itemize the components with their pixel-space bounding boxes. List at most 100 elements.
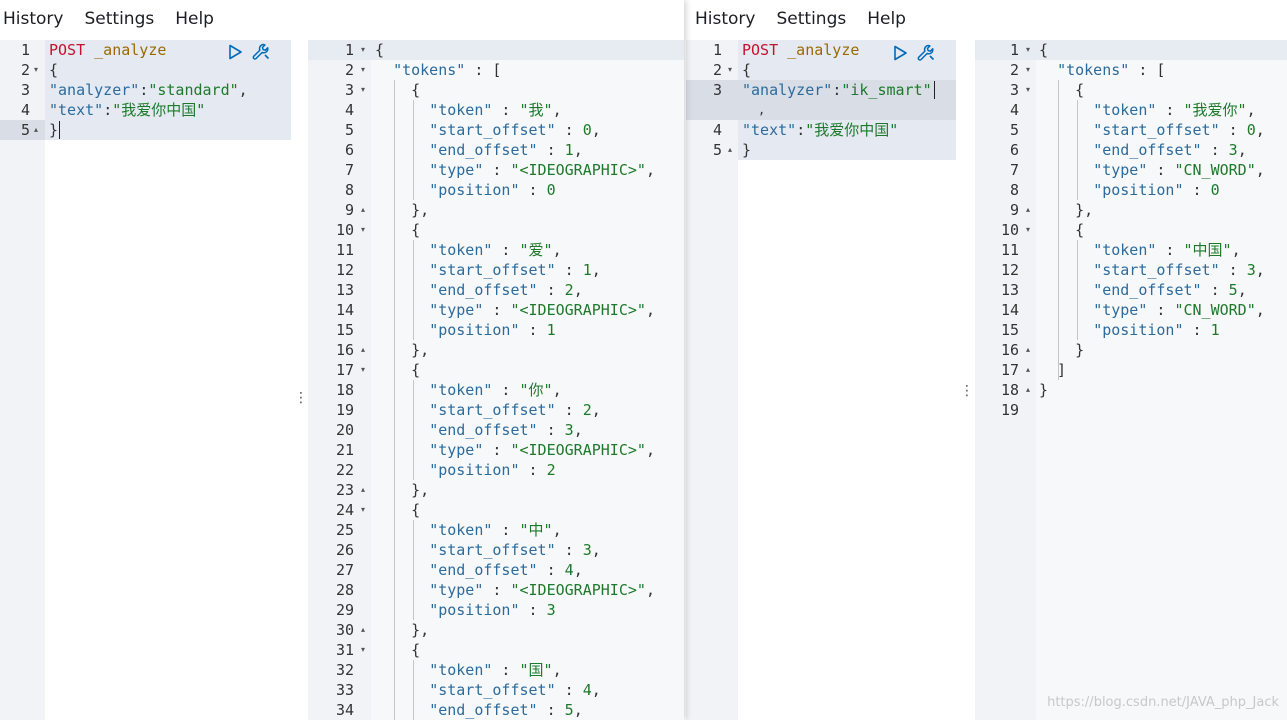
code-token: "token" <box>1093 101 1157 119</box>
menu-history[interactable]: History <box>3 9 63 29</box>
line-number: 3 <box>1009 81 1019 99</box>
request-editor[interactable]: 1 POST _analyze 2 ▾{3 "analyzer":"standard",… <box>0 40 291 720</box>
fold-collapse-icon[interactable]: ▾ <box>1022 80 1034 100</box>
code-token: "type" <box>429 161 484 179</box>
fold-collapse-icon[interactable]: ▾ <box>357 360 369 380</box>
code-line: "position" : 1 <box>1039 320 1219 340</box>
code-line: "tokens" : [ <box>375 60 501 80</box>
code-line: { <box>375 220 420 240</box>
code-token: : <box>1201 141 1229 159</box>
fold-expand-icon[interactable]: ▴ <box>357 200 369 220</box>
code-line: { <box>1039 40 1048 60</box>
dev-tools-console-ik-smart: History Settings Help 1 POST _analyze 2 ▾{3… <box>686 0 1287 720</box>
line-number: 12 <box>335 261 354 279</box>
line-number: 18 <box>1000 381 1019 399</box>
fold-expand-icon[interactable]: ▴ <box>1022 380 1034 400</box>
code-token: "中国" <box>1183 241 1232 259</box>
play-icon[interactable] <box>892 45 908 61</box>
code-token: 2 <box>546 461 556 479</box>
fold-expand-icon[interactable]: ▴ <box>357 340 369 360</box>
fold-expand-icon[interactable]: ▴ <box>30 120 42 140</box>
code-token: }, <box>375 201 430 219</box>
fold-collapse-icon[interactable]: ▾ <box>1022 40 1034 60</box>
fold-expand-icon[interactable]: ▴ <box>1022 200 1034 220</box>
menu-history[interactable]: History <box>695 9 755 29</box>
fold-expand-icon[interactable]: ▴ <box>357 480 369 500</box>
code-token: , <box>573 701 583 719</box>
wrench-icon[interactable] <box>251 42 271 62</box>
code-line: "start_offset" : 4, <box>375 680 601 700</box>
fold-collapse-icon[interactable]: ▾ <box>724 60 736 80</box>
code-line: "type" : "CN_WORD", <box>1039 300 1265 320</box>
request-editor[interactable]: 1POST _analyze2▾{3"analyzer":"ik_smart",… <box>686 40 956 720</box>
fold-collapse-icon[interactable]: ▾ <box>357 40 369 60</box>
fold-collapse-icon[interactable]: ▾ <box>357 640 369 660</box>
code-line: "end_offset" : 2, <box>375 280 583 300</box>
code-token: : <box>537 141 565 159</box>
code-token: "analyzer" <box>742 81 833 99</box>
code-token: "<IDEOGRAPHIC>" <box>510 441 646 459</box>
line-number: 3 <box>344 81 354 99</box>
code-token: "start_offset" <box>429 261 556 279</box>
line-number: 1 <box>344 41 354 59</box>
fold-collapse-icon[interactable]: ▾ <box>357 500 369 520</box>
code-line: "start_offset" : 2, <box>375 400 601 420</box>
fold-collapse-icon[interactable]: ▾ <box>357 60 369 80</box>
fold-collapse-icon[interactable]: ▾ <box>30 60 42 80</box>
fold-expand-icon[interactable]: ▴ <box>1022 360 1034 380</box>
code-line: "start_offset" : 3, <box>1039 260 1265 280</box>
code-token: : <box>519 181 547 199</box>
fold-collapse-icon[interactable]: ▾ <box>357 220 369 240</box>
line-number: 33 <box>335 681 354 699</box>
code-token: 3 <box>582 541 592 559</box>
play-icon[interactable] <box>227 44 243 60</box>
vertical-ellipsis-icon[interactable]: ⋮ <box>960 381 974 401</box>
fold-collapse-icon[interactable]: ▾ <box>1022 60 1034 80</box>
code-token: : <box>555 261 583 279</box>
code-token: "<IDEOGRAPHIC>" <box>510 161 646 179</box>
code-line: "start_offset" : 0, <box>1039 120 1265 140</box>
line-number: 5 <box>1009 121 1019 139</box>
code-token: , <box>591 401 601 419</box>
code-line: { <box>1039 220 1084 240</box>
response-viewer[interactable]: 1 ▾{2 ▾ "tokens" : [3 ▾ {4 "token" : "我爱你",… <box>975 40 1287 720</box>
code-token: { <box>375 221 421 239</box>
line-number: 5 <box>712 141 722 159</box>
code-token: "end_offset" <box>429 561 538 579</box>
code-token: 0 <box>546 181 556 199</box>
code-token: "我" <box>519 101 553 119</box>
line-number: 34 <box>335 701 354 719</box>
menu-settings[interactable]: Settings <box>776 9 846 29</box>
fold-collapse-icon[interactable]: ▾ <box>357 80 369 100</box>
code-line: }, <box>375 480 429 500</box>
code-token: }, <box>375 341 430 359</box>
menu-settings[interactable]: Settings <box>84 9 154 29</box>
fold-expand-icon[interactable]: ▴ <box>724 140 736 160</box>
code-token: : <box>1201 281 1229 299</box>
wrench-icon[interactable] <box>916 43 936 63</box>
wrapped-line-continuation: , <box>758 103 766 117</box>
fold-expand-icon[interactable]: ▴ <box>1022 340 1034 360</box>
code-line: { <box>49 60 58 80</box>
line-number: 2 <box>344 61 354 79</box>
vertical-ellipsis-icon[interactable]: ⋮ <box>294 388 308 408</box>
line-number: 14 <box>1000 301 1019 319</box>
code-token: "你" <box>519 381 553 399</box>
response-viewer[interactable]: 1 ▾{2 ▾ "tokens" : [3 ▾ {4 "token" : "我", 5 … <box>308 40 684 720</box>
line-number: 2 <box>712 61 722 79</box>
line-number: 6 <box>344 141 354 159</box>
fold-collapse-icon[interactable]: ▾ <box>1022 220 1034 240</box>
fold-expand-icon[interactable]: ▴ <box>357 620 369 640</box>
line-number: 14 <box>335 301 354 319</box>
code-line: "token" : "中", <box>375 520 561 540</box>
menu-help[interactable]: Help <box>867 9 906 29</box>
menu-help[interactable]: Help <box>175 9 214 29</box>
